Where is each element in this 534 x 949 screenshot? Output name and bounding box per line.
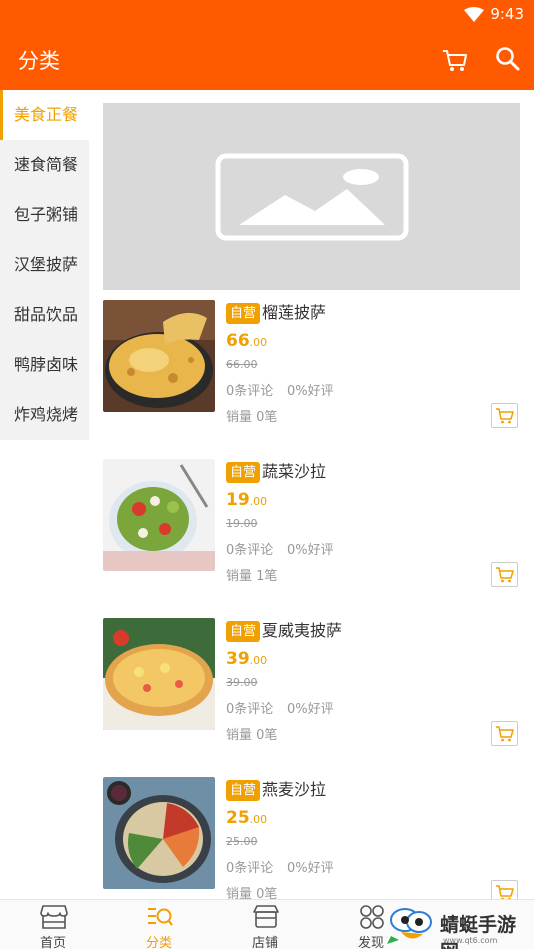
cart-icon (496, 726, 514, 742)
tab-category[interactable]: 分类 (106, 900, 212, 949)
product-price: 25.00 (226, 808, 268, 828)
self-operated-badge: 自营 (226, 303, 261, 324)
product-image[interactable] (103, 300, 215, 412)
cart-icon[interactable] (441, 46, 469, 74)
product-price: 66.00 (226, 331, 268, 351)
self-operated-badge: 自营 (226, 621, 261, 642)
original-price: 19.00 (226, 517, 258, 530)
review-count: 0条评论 (226, 543, 274, 558)
wifi-icon (464, 7, 484, 22)
status-bar: 9:43 (0, 0, 534, 30)
category-banner[interactable] (103, 103, 520, 290)
sales-count: 销量 1笔 (226, 569, 278, 584)
product-name[interactable]: 夏威夷披萨 (262, 620, 342, 642)
product-price: 39.00 (226, 649, 268, 669)
sidebar-item-fast-food[interactable]: 速食简餐 (0, 140, 89, 190)
image-placeholder-icon (215, 153, 409, 241)
sidebar-item-buns-congee[interactable]: 包子粥铺 (0, 190, 89, 240)
positive-rate: 0%好评 (287, 861, 334, 876)
sidebar-item-burger-pizza[interactable]: 汉堡披萨 (0, 240, 89, 290)
product-name[interactable]: 蔬菜沙拉 (262, 461, 326, 483)
tab-home-label: 首页 (39, 936, 66, 949)
app-bar: 分类 (0, 30, 534, 90)
sidebar-item-dessert-drinks[interactable]: 甜品饮品 (0, 290, 89, 340)
product-price: 19.00 (226, 490, 268, 510)
sidebar-item-duck-neck[interactable]: 鸭脖卤味 (0, 340, 89, 390)
product-image[interactable] (103, 459, 215, 571)
page-title: 分类 (18, 49, 60, 73)
positive-rate: 0%好评 (287, 702, 334, 717)
watermark-logo: 蜻蜓手游网 www.qt6.com (385, 906, 534, 949)
tab-shop-label: 店铺 (251, 936, 278, 949)
tab-home[interactable]: 首页 (0, 900, 106, 949)
original-price: 66.00 (226, 358, 258, 371)
product-name[interactable]: 榴莲披萨 (262, 302, 326, 324)
cart-icon (496, 408, 514, 424)
product-item[interactable]: 自营 蔬菜沙拉 19.00 19.00 0条评论 0%好评 销量 1笔 (103, 459, 523, 599)
product-item[interactable]: 自营 榴莲披萨 66.00 66.00 0条评论 0%好评 销量 0笔 (103, 300, 523, 440)
review-count: 0条评论 (226, 861, 274, 876)
self-operated-badge: 自营 (226, 780, 261, 801)
review-count: 0条评论 (226, 702, 274, 717)
product-image[interactable] (103, 618, 215, 730)
self-operated-badge: 自营 (226, 462, 261, 483)
search-icon[interactable] (494, 45, 522, 73)
product-item[interactable]: 自营 燕麦沙拉 25.00 25.00 0条评论 0%好评 销量 0笔 (103, 777, 523, 917)
status-time: 9:43 (490, 5, 524, 23)
tab-shop[interactable]: 店铺 (212, 900, 318, 949)
original-price: 25.00 (226, 835, 258, 848)
dragonfly-logo-icon (387, 908, 432, 944)
product-name[interactable]: 燕麦沙拉 (262, 779, 326, 801)
sidebar-item-food[interactable]: 美食正餐 (0, 90, 89, 140)
sales-count: 销量 0笔 (226, 728, 278, 743)
tab-category-label: 分类 (145, 936, 172, 949)
positive-rate: 0%好评 (287, 384, 334, 399)
category-sidebar: 美食正餐 速食简餐 包子粥铺 汉堡披萨 甜品饮品 鸭脖卤味 炸鸡烧烤 (0, 90, 89, 440)
review-count: 0条评论 (226, 384, 274, 399)
category-icon (148, 908, 173, 926)
add-to-cart-button[interactable] (491, 562, 518, 587)
watermark-url: www.qt6.com (443, 936, 498, 945)
positive-rate: 0%好评 (287, 543, 334, 558)
product-item[interactable]: 自营 夏威夷披萨 39.00 39.00 0条评论 0%好评 销量 0笔 (103, 618, 523, 758)
shop-icon (253, 905, 279, 928)
original-price: 39.00 (226, 676, 258, 689)
add-to-cart-button[interactable] (491, 403, 518, 428)
product-image[interactable] (103, 777, 215, 889)
sales-count: 销量 0笔 (226, 410, 278, 425)
discover-icon (360, 905, 384, 929)
store-icon (40, 905, 68, 929)
add-to-cart-button[interactable] (491, 721, 518, 746)
sidebar-item-fried-chicken[interactable]: 炸鸡烧烤 (0, 390, 89, 440)
cart-icon (496, 567, 514, 583)
